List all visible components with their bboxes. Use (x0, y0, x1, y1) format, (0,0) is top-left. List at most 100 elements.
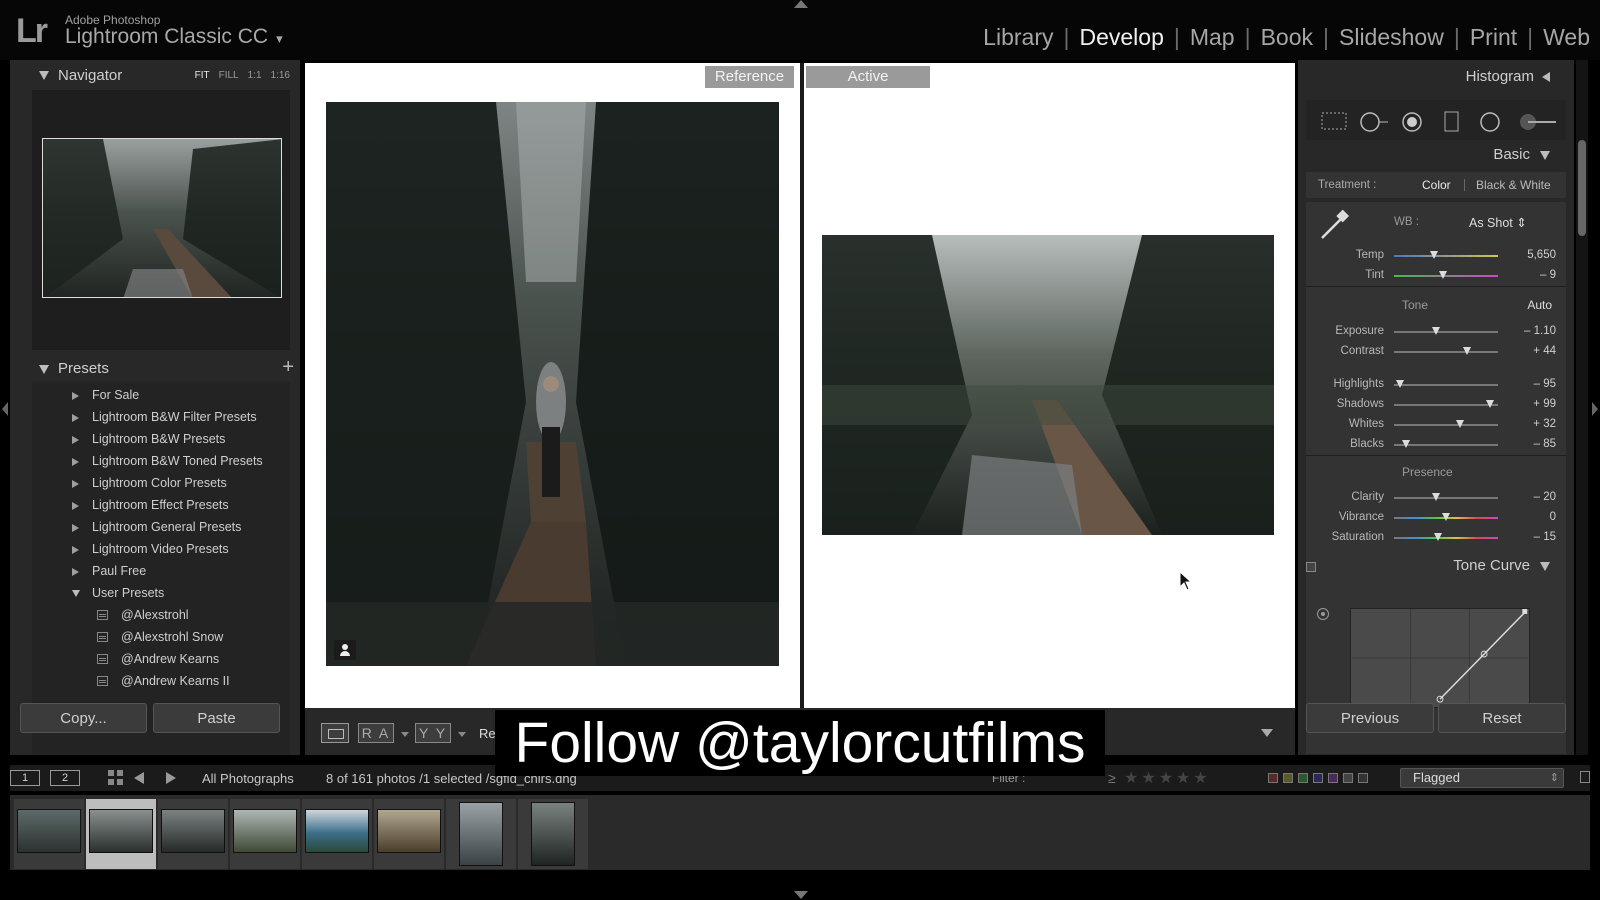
product-title[interactable]: Lightroom Classic CC ▾ (65, 25, 283, 49)
presets-header[interactable]: Presets + (10, 354, 300, 384)
preset-folder[interactable]: Lightroom Video Presets (32, 538, 290, 560)
slider-thumb[interactable] (1462, 347, 1471, 355)
zoom-1-16[interactable]: 1:16 (271, 70, 290, 81)
zoom-fit[interactable]: FIT (195, 70, 210, 81)
slider-value[interactable]: + 32 (1533, 418, 1556, 430)
preset-folder[interactable]: Lightroom B&W Presets (32, 428, 290, 450)
filter-lock-icon[interactable] (1580, 771, 1590, 783)
before-after-caret-icon[interactable] (458, 732, 466, 737)
slider-blacks[interactable]: Blacks – 85 (1306, 435, 1566, 455)
filter-preset-select[interactable]: Flagged (1400, 768, 1564, 788)
filmstrip-thumb[interactable] (158, 799, 228, 869)
preset-item[interactable]: @Andrew Kearns (32, 648, 290, 670)
slider-clarity[interactable]: Clarity – 20 (1306, 488, 1566, 508)
module-develop[interactable]: Develop (1079, 24, 1163, 51)
slider-track[interactable] (1394, 424, 1498, 426)
reset-button[interactable]: Reset (1438, 703, 1566, 733)
toolbar-options-icon[interactable] (1261, 729, 1273, 737)
preset-folder[interactable]: Lightroom Color Presets (32, 472, 290, 494)
zoom-fill[interactable]: FILL (219, 70, 239, 81)
red-eye-icon[interactable] (1400, 111, 1426, 133)
slider-track[interactable] (1394, 384, 1498, 386)
reference-view-button[interactable]: R A (358, 723, 394, 743)
top-panel-toggle-icon[interactable] (794, 0, 808, 8)
slider-thumb[interactable] (1396, 380, 1405, 388)
slider-exposure[interactable]: Exposure – 1.10 (1306, 322, 1566, 342)
slider-thumb[interactable] (1402, 440, 1411, 448)
module-map[interactable]: Map (1190, 24, 1235, 51)
red-label-icon[interactable] (1268, 773, 1278, 783)
add-preset-icon[interactable]: + (282, 356, 294, 379)
module-slideshow[interactable]: Slideshow (1339, 24, 1444, 51)
right-panel-toggle-icon[interactable] (1592, 402, 1598, 416)
slider-track[interactable] (1394, 331, 1498, 333)
navigator-thumbnail[interactable] (42, 138, 282, 298)
radial-filter-icon[interactable] (1478, 111, 1504, 133)
reference-photo[interactable] (326, 102, 779, 666)
forward-arrow-icon[interactable] (166, 772, 176, 784)
basic-header[interactable]: Basic (1493, 146, 1550, 163)
previous-button[interactable]: Previous (1306, 703, 1434, 733)
module-print[interactable]: Print (1470, 24, 1517, 51)
slider-track[interactable] (1394, 404, 1498, 406)
slider-whites[interactable]: Whites + 32 (1306, 415, 1566, 435)
slider-thumb[interactable] (1433, 533, 1442, 541)
filmstrip-thumb[interactable] (230, 799, 300, 869)
preset-item[interactable]: @Andrew Kearns II (32, 670, 290, 692)
paste-settings-button[interactable]: Paste (153, 703, 280, 733)
preset-folder[interactable]: Lightroom B&W Toned Presets (32, 450, 290, 472)
preset-folder[interactable]: For Sale (32, 384, 290, 406)
source-label[interactable]: All Photographs (202, 771, 294, 786)
filmstrip-thumb[interactable] (14, 799, 84, 869)
preset-folder[interactable]: Lightroom General Presets (32, 516, 290, 538)
zoom-1-1[interactable]: 1:1 (248, 70, 262, 81)
eyedropper-icon[interactable] (1316, 208, 1350, 242)
slider-value[interactable]: – 85 (1534, 438, 1556, 450)
slider-thumb[interactable] (1429, 251, 1438, 259)
bottom-panel-toggle-icon[interactable] (794, 891, 808, 899)
graduated-filter-icon[interactable] (1442, 111, 1462, 133)
back-arrow-icon[interactable] (134, 772, 144, 784)
copy-settings-button[interactable]: Copy... (20, 703, 147, 733)
slider-value[interactable]: 5,650 (1527, 249, 1556, 261)
slider-track[interactable] (1394, 351, 1498, 353)
slider-shadows[interactable]: Shadows + 99 (1306, 395, 1566, 415)
histogram-header[interactable]: Histogram (1466, 68, 1550, 85)
slider-thumb[interactable] (1431, 493, 1440, 501)
before-after-button[interactable]: Y Y (415, 723, 451, 743)
filmstrip-thumb[interactable] (302, 799, 372, 869)
navigator-preview[interactable] (32, 90, 290, 350)
treatment-color-button[interactable]: Color (1422, 172, 1451, 198)
slider-value[interactable]: 0 (1550, 511, 1556, 523)
slider-track[interactable] (1394, 255, 1498, 257)
preset-item[interactable]: @Alexstrohl Snow (32, 626, 290, 648)
yellow-label-icon[interactable] (1283, 773, 1293, 783)
navigator-header[interactable]: Navigator FIT FILL 1:1 1:16 (10, 60, 300, 90)
slider-temp[interactable]: Temp 5,650 (1306, 246, 1566, 266)
active-photo[interactable] (822, 235, 1274, 535)
spot-removal-icon[interactable] (1358, 111, 1392, 133)
crop-overlay-icon[interactable] (1320, 111, 1348, 131)
slider-vibrance[interactable]: Vibrance 0 (1306, 508, 1566, 528)
filmstrip-thumb[interactable] (518, 799, 588, 869)
slider-thumb[interactable] (1438, 271, 1447, 279)
identity-menu-caret-icon[interactable]: ▾ (276, 31, 283, 47)
slider-value[interactable]: – 95 (1534, 378, 1556, 390)
slider-value[interactable]: – 9 (1540, 269, 1556, 281)
rating-comparator[interactable]: ≥ (1108, 770, 1116, 786)
loupe-view-icon[interactable] (321, 723, 349, 743)
preset-folder[interactable]: Paul Free (32, 560, 290, 582)
left-panel-toggle-icon[interactable] (2, 402, 8, 416)
right-panel-scrollbar[interactable] (1578, 140, 1586, 236)
module-book[interactable]: Book (1261, 24, 1313, 51)
slider-value[interactable]: – 1.10 (1524, 325, 1556, 337)
tone-curve-toggle[interactable] (1306, 562, 1316, 572)
wb-select[interactable]: As Shot ⇕ (1469, 215, 1527, 230)
blue-label-icon[interactable] (1313, 773, 1323, 783)
preset-item[interactable]: @Alexstrohl (32, 604, 290, 626)
slider-highlights[interactable]: Highlights – 95 (1306, 375, 1566, 395)
secondary-window-button[interactable]: 2 (50, 770, 80, 786)
slider-contrast[interactable]: Contrast + 44 (1306, 342, 1566, 362)
module-web[interactable]: Web (1543, 24, 1590, 51)
auto-tone-button[interactable]: Auto (1527, 298, 1552, 312)
